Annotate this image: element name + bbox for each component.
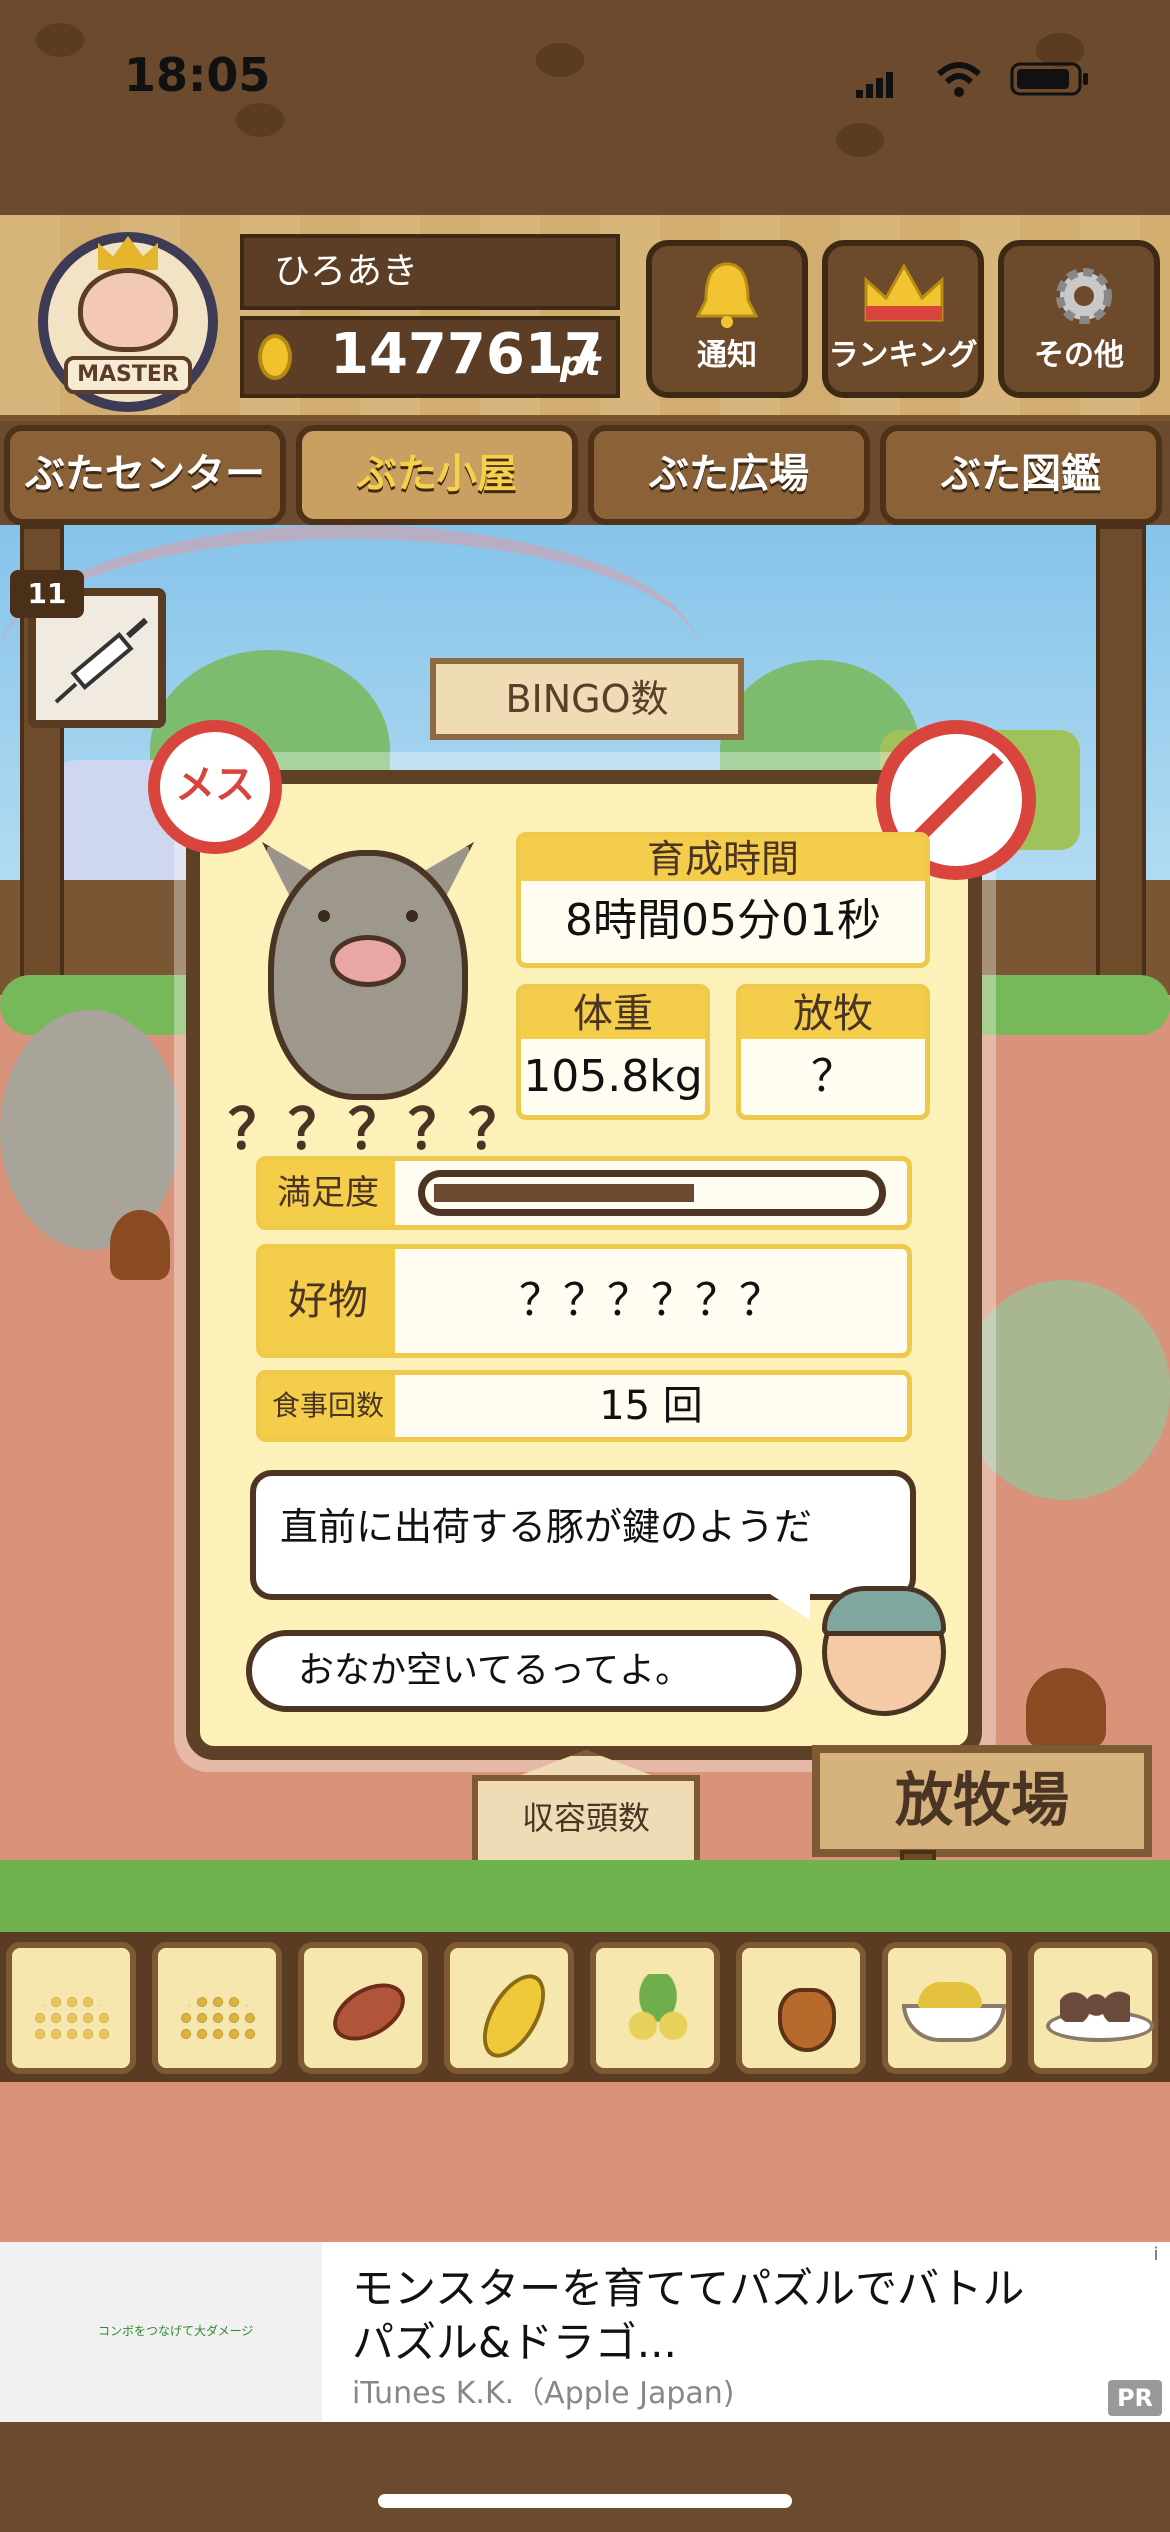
food-slot-8[interactable] (1028, 1942, 1158, 2074)
satisfaction-label: 満足度 (261, 1161, 395, 1225)
food-slot-5[interactable] (590, 1942, 720, 2074)
bottom-background (0, 2422, 1170, 2532)
grazing-panel: 放牧 ？ (736, 984, 930, 1120)
notification-button[interactable] (646, 240, 808, 398)
capacity-label: 収容頭数 (521, 1799, 650, 1837)
food-slot-4[interactable] (444, 1942, 574, 2074)
ad-title[interactable]: モンスターを育ててパズルでバトル パズル&ドラゴ... (352, 2262, 1052, 2370)
farmer-bubble: おなか空いてるってよ。 (246, 1630, 802, 1712)
grazing-value: ？ (811, 1051, 855, 1102)
female-badge: メス (148, 720, 282, 854)
settings-label: その他 (1034, 338, 1124, 373)
meatballs (1060, 1988, 1130, 2022)
bell-icon (695, 262, 759, 328)
tab-buta-hiroba[interactable]: ぶた広場 (588, 425, 870, 525)
bingo-sign[interactable]: BINGO数 (430, 658, 744, 740)
pig-eye (318, 910, 330, 922)
meal-count-label: 食事回数 (261, 1375, 395, 1437)
meal-count-row: 食事回数 15 回 (256, 1370, 912, 1442)
corn-pile-icon (178, 1994, 258, 2040)
food-slot-6[interactable] (736, 1942, 866, 2074)
tab-buta-center[interactable]: ぶたセンター (4, 425, 286, 525)
signal-icon (856, 72, 896, 98)
status-time: 18:05 (124, 48, 271, 102)
ad-pr-badge: PR (1108, 2380, 1162, 2416)
player-name: ひろあき (240, 234, 620, 310)
favorite-food-value: ？？？？？？ (519, 1275, 783, 1326)
wifi-icon (936, 62, 982, 98)
favorite-food-row: 好物 ？？？？？？ (256, 1244, 912, 1358)
feed-pile (918, 1982, 982, 2008)
gear-icon (1056, 268, 1112, 324)
weight-label: 体重 (521, 989, 705, 1039)
clover-border (0, 1860, 1170, 1940)
crown-icon (864, 262, 944, 322)
satisfaction-bar-fill (434, 1184, 694, 1202)
settings-button[interactable] (998, 240, 1160, 398)
syringe-count: 11 (10, 570, 84, 618)
growth-time-value: 8時間05分01秒 (565, 895, 881, 946)
pig-snout (330, 935, 406, 987)
weight-value: 105.8kg (523, 1051, 703, 1102)
weight-panel: 体重 105.8kg (516, 984, 710, 1120)
pig-avatar-icon (78, 268, 178, 352)
meal-count-value: 15 回 (599, 1383, 703, 1429)
growth-time-panel: 育成時間 8時間05分01秒 (516, 832, 930, 968)
pig-eye (406, 910, 418, 922)
growth-time-label: 育成時間 (521, 837, 925, 881)
pig-name: ？？？？？ (228, 1098, 528, 1163)
points-unit: pt (560, 344, 601, 384)
ranking-label: ランキング (828, 338, 978, 373)
tab-buta-koya[interactable]: ぶた小屋 (296, 425, 578, 525)
grazing-label: 放牧 (741, 989, 925, 1039)
gate-post-right (1096, 525, 1146, 1005)
corn-cob-icon (470, 1964, 558, 2068)
home-indicator[interactable] (378, 2494, 792, 2508)
pasture-sign[interactable]: 放牧場 (812, 1745, 1152, 1857)
syringe-icon (54, 617, 148, 704)
ground-lower (0, 2082, 1170, 2242)
ad-info-icon[interactable]: i (1144, 2244, 1168, 2268)
battery-icon (1010, 62, 1090, 96)
sweet-potato-icon (323, 1971, 415, 2053)
tab-buta-zukan[interactable]: ぶた図鑑 (880, 425, 1162, 525)
ranking-button[interactable] (822, 240, 984, 398)
olive-branch-icon (620, 1974, 696, 2048)
top-background (0, 0, 1170, 215)
favorite-food-label: 好物 (261, 1249, 395, 1353)
farmer-cap-icon (822, 1586, 946, 1636)
poop-icon (110, 1210, 170, 1280)
food-slot-2[interactable] (152, 1942, 282, 2074)
badge-label: MASTER (64, 356, 192, 394)
food-slot-1[interactable] (6, 1942, 136, 2074)
food-slot-7[interactable] (882, 1942, 1012, 2074)
hint-bubble: 直前に出荷する豚が鍵のようだ (250, 1470, 916, 1600)
ad-publisher: iTunes K.K.（Apple Japan) (352, 2376, 735, 2411)
food-slot-3[interactable] (298, 1942, 428, 2074)
poop-icon (1026, 1668, 1106, 1748)
notification-label: 通知 (697, 338, 757, 373)
ad-thumbnail-text: コンボをつなげて大ダメージ (98, 2324, 254, 2338)
grain-pile-icon (32, 1994, 112, 2040)
feed-dish-icon (902, 2004, 1006, 2042)
coin-icon (258, 334, 292, 380)
acorn-icon (778, 1988, 836, 2052)
